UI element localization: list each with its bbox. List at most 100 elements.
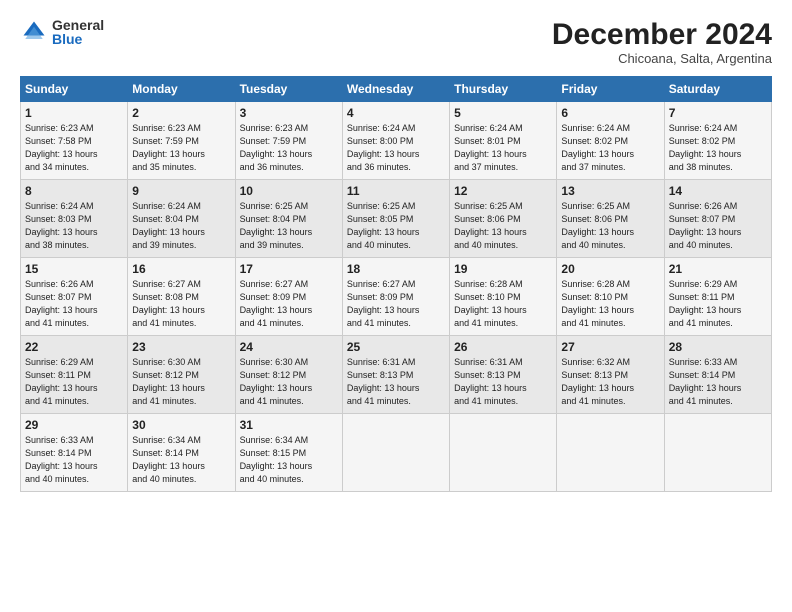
calendar-cell: 8 Sunrise: 6:24 AM Sunset: 8:03 PM Daylig… [21,180,128,258]
calendar-row: 29 Sunrise: 6:33 AM Sunset: 8:14 PM Dayli… [21,414,772,492]
day-info: Sunrise: 6:24 AM Sunset: 8:03 PM Dayligh… [25,200,123,252]
col-friday: Friday [557,77,664,102]
calendar-table: Sunday Monday Tuesday Wednesday Thursday… [20,76,772,492]
calendar-cell: 30 Sunrise: 6:34 AM Sunset: 8:14 PM Dayli… [128,414,235,492]
day-info: Sunrise: 6:24 AM Sunset: 8:02 PM Dayligh… [561,122,659,174]
col-sunday: Sunday [21,77,128,102]
day-number: 30 [132,418,230,432]
calendar-cell: 17 Sunrise: 6:27 AM Sunset: 8:09 PM Dayli… [235,258,342,336]
col-tuesday: Tuesday [235,77,342,102]
day-number: 5 [454,106,552,120]
col-wednesday: Wednesday [342,77,449,102]
day-info: Sunrise: 6:27 AM Sunset: 8:09 PM Dayligh… [347,278,445,330]
calendar-cell: 25Sunrise: 6:31 AM Sunset: 8:13 PM Dayli… [342,336,449,414]
calendar-cell: 24 Sunrise: 6:30 AM Sunset: 8:12 PM Dayli… [235,336,342,414]
calendar-cell: 31 Sunrise: 6:34 AM Sunset: 8:15 PM Dayli… [235,414,342,492]
day-info: Sunrise: 6:24 AM Sunset: 8:02 PM Dayligh… [669,122,767,174]
day-number: 17 [240,262,338,276]
calendar-cell [342,414,449,492]
day-number: 1 [25,106,123,120]
calendar-cell: 4 Sunrise: 6:24 AM Sunset: 8:00 PM Daylig… [342,102,449,180]
calendar-cell: 13Sunrise: 6:25 AM Sunset: 8:06 PM Dayli… [557,180,664,258]
day-number: 10 [240,184,338,198]
day-number: 12 [454,184,552,198]
col-monday: Monday [128,77,235,102]
calendar-cell [557,414,664,492]
calendar-cell: 15 Sunrise: 6:26 AM Sunset: 8:07 PM Dayli… [21,258,128,336]
calendar-cell: 22Sunrise: 6:29 AM Sunset: 8:11 PM Dayli… [21,336,128,414]
calendar-row: 22Sunrise: 6:29 AM Sunset: 8:11 PM Dayli… [21,336,772,414]
day-info: Sunrise: 6:34 AM Sunset: 8:14 PM Dayligh… [132,434,230,486]
day-number: 28 [669,340,767,354]
day-number: 20 [561,262,659,276]
day-info: Sunrise: 6:26 AM Sunset: 8:07 PM Dayligh… [25,278,123,330]
day-number: 13 [561,184,659,198]
day-number: 11 [347,184,445,198]
day-info: Sunrise: 6:24 AM Sunset: 8:00 PM Dayligh… [347,122,445,174]
calendar-cell: 10 Sunrise: 6:25 AM Sunset: 8:04 PM Dayli… [235,180,342,258]
calendar-cell: 16Sunrise: 6:27 AM Sunset: 8:08 PM Dayli… [128,258,235,336]
logo-text: General Blue [52,18,104,46]
day-info: Sunrise: 6:32 AM Sunset: 8:13 PM Dayligh… [561,356,659,408]
day-number: 31 [240,418,338,432]
calendar-row: 15 Sunrise: 6:26 AM Sunset: 8:07 PM Dayli… [21,258,772,336]
location-subtitle: Chicoana, Salta, Argentina [552,51,772,66]
day-info: Sunrise: 6:25 AM Sunset: 8:04 PM Dayligh… [240,200,338,252]
calendar-cell: 18 Sunrise: 6:27 AM Sunset: 8:09 PM Dayli… [342,258,449,336]
calendar-cell [664,414,771,492]
calendar-cell: 14Sunrise: 6:26 AM Sunset: 8:07 PM Dayli… [664,180,771,258]
calendar-cell: 23 Sunrise: 6:30 AM Sunset: 8:12 PM Dayli… [128,336,235,414]
day-number: 2 [132,106,230,120]
day-info: Sunrise: 6:27 AM Sunset: 8:09 PM Dayligh… [240,278,338,330]
day-number: 4 [347,106,445,120]
day-info: Sunrise: 6:30 AM Sunset: 8:12 PM Dayligh… [240,356,338,408]
day-number: 25 [347,340,445,354]
day-number: 23 [132,340,230,354]
calendar-cell: 3Sunrise: 6:23 AM Sunset: 7:59 PM Daylig… [235,102,342,180]
day-number: 9 [132,184,230,198]
day-number: 27 [561,340,659,354]
calendar-cell: 5 Sunrise: 6:24 AM Sunset: 8:01 PM Daylig… [450,102,557,180]
calendar-cell: 20 Sunrise: 6:28 AM Sunset: 8:10 PM Dayli… [557,258,664,336]
day-number: 16 [132,262,230,276]
calendar-cell: 12 Sunrise: 6:25 AM Sunset: 8:06 PM Dayli… [450,180,557,258]
col-saturday: Saturday [664,77,771,102]
calendar-cell: 19 Sunrise: 6:28 AM Sunset: 8:10 PM Dayli… [450,258,557,336]
title-area: December 2024 Chicoana, Salta, Argentina [552,18,772,66]
calendar-cell: 21Sunrise: 6:29 AM Sunset: 8:11 PM Dayli… [664,258,771,336]
day-number: 29 [25,418,123,432]
day-number: 26 [454,340,552,354]
day-info: Sunrise: 6:29 AM Sunset: 8:11 PM Dayligh… [25,356,123,408]
calendar-row: 8 Sunrise: 6:24 AM Sunset: 8:03 PM Daylig… [21,180,772,258]
day-number: 15 [25,262,123,276]
day-number: 3 [240,106,338,120]
calendar-cell: 9Sunrise: 6:24 AM Sunset: 8:04 PM Daylig… [128,180,235,258]
day-number: 19 [454,262,552,276]
calendar-row: 1 Sunrise: 6:23 AM Sunset: 7:58 PM Daylig… [21,102,772,180]
header-row: Sunday Monday Tuesday Wednesday Thursday… [21,77,772,102]
calendar-cell [450,414,557,492]
day-info: Sunrise: 6:28 AM Sunset: 8:10 PM Dayligh… [454,278,552,330]
day-number: 8 [25,184,123,198]
day-number: 24 [240,340,338,354]
day-number: 18 [347,262,445,276]
day-info: Sunrise: 6:24 AM Sunset: 8:01 PM Dayligh… [454,122,552,174]
calendar-page: General Blue December 2024 Chicoana, Sal… [0,0,792,612]
calendar-cell: 11Sunrise: 6:25 AM Sunset: 8:05 PM Dayli… [342,180,449,258]
month-title: December 2024 [552,18,772,51]
day-info: Sunrise: 6:23 AM Sunset: 7:58 PM Dayligh… [25,122,123,174]
page-header: General Blue December 2024 Chicoana, Sal… [20,18,772,66]
day-info: Sunrise: 6:33 AM Sunset: 8:14 PM Dayligh… [25,434,123,486]
day-info: Sunrise: 6:25 AM Sunset: 8:06 PM Dayligh… [454,200,552,252]
day-info: Sunrise: 6:33 AM Sunset: 8:14 PM Dayligh… [669,356,767,408]
calendar-cell: 28 Sunrise: 6:33 AM Sunset: 8:14 PM Dayli… [664,336,771,414]
calendar-cell: 7Sunrise: 6:24 AM Sunset: 8:02 PM Daylig… [664,102,771,180]
col-thursday: Thursday [450,77,557,102]
day-info: Sunrise: 6:28 AM Sunset: 8:10 PM Dayligh… [561,278,659,330]
day-info: Sunrise: 6:30 AM Sunset: 8:12 PM Dayligh… [132,356,230,408]
day-info: Sunrise: 6:34 AM Sunset: 8:15 PM Dayligh… [240,434,338,486]
logo: General Blue [20,18,104,46]
calendar-cell: 26Sunrise: 6:31 AM Sunset: 8:13 PM Dayli… [450,336,557,414]
logo-blue: Blue [52,32,104,46]
day-info: Sunrise: 6:23 AM Sunset: 7:59 PM Dayligh… [132,122,230,174]
